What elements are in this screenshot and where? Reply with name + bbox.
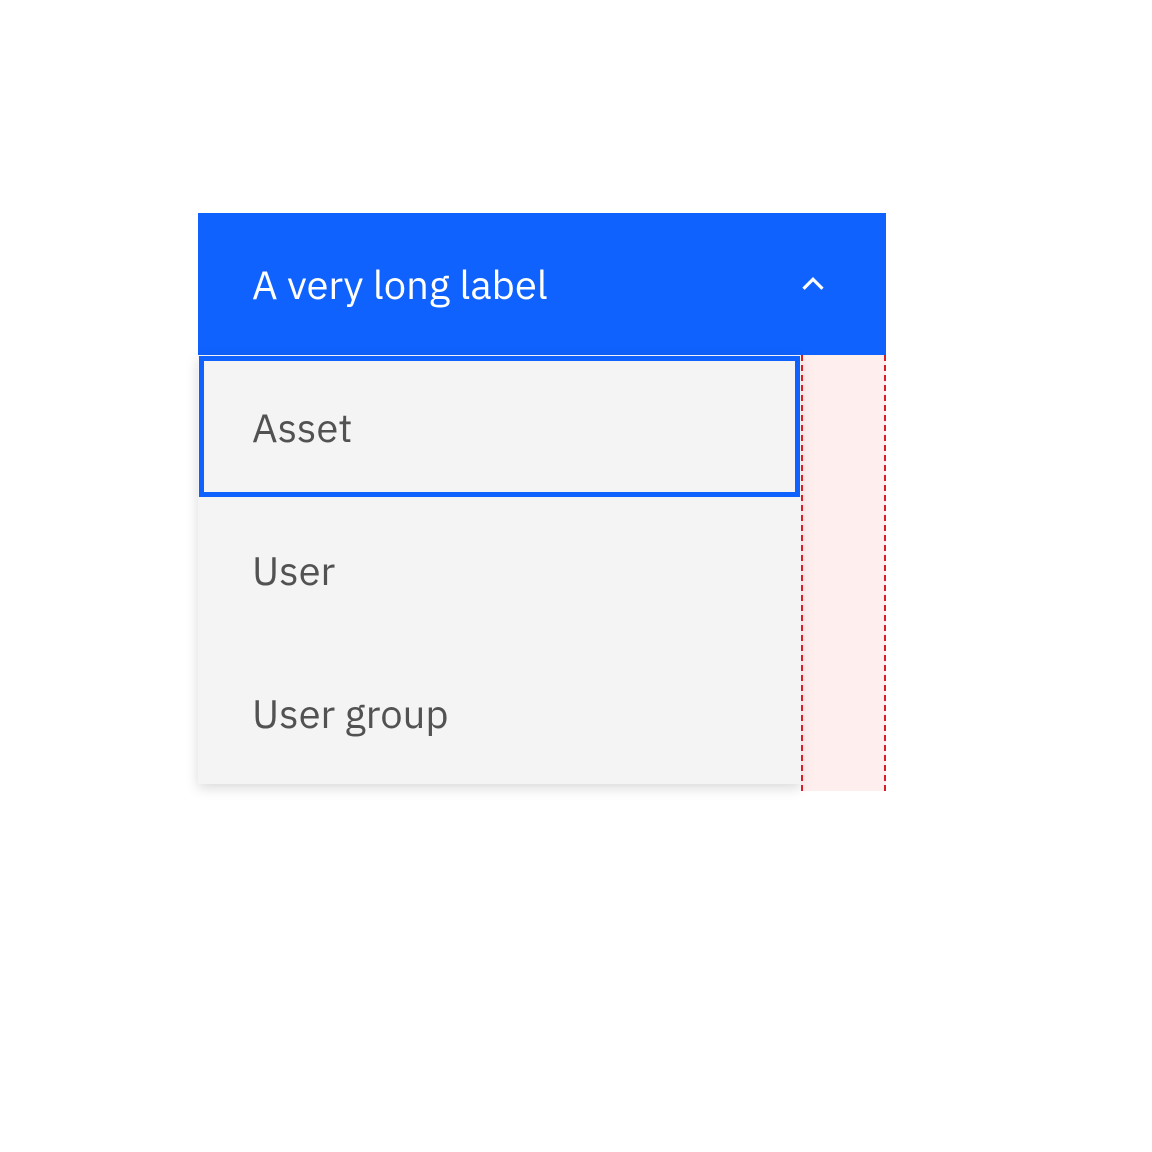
dropdown-item-label: User group <box>252 689 449 737</box>
dropdown-item-user-group[interactable]: User group <box>198 641 801 784</box>
dropdown: A very long label Asset User User group <box>198 213 886 784</box>
dropdown-menu: Asset User User group <box>198 355 801 784</box>
dropdown-trigger-label: A very long label <box>252 258 548 310</box>
dropdown-trigger[interactable]: A very long label <box>198 213 886 355</box>
chevron-up-icon <box>794 265 832 303</box>
dropdown-item-asset[interactable]: Asset <box>198 355 801 498</box>
dropdown-item-label: User <box>252 546 335 594</box>
dropdown-item-label: Asset <box>252 403 352 451</box>
overflow-indicator-region <box>801 355 886 791</box>
dropdown-item-user[interactable]: User <box>198 498 801 641</box>
